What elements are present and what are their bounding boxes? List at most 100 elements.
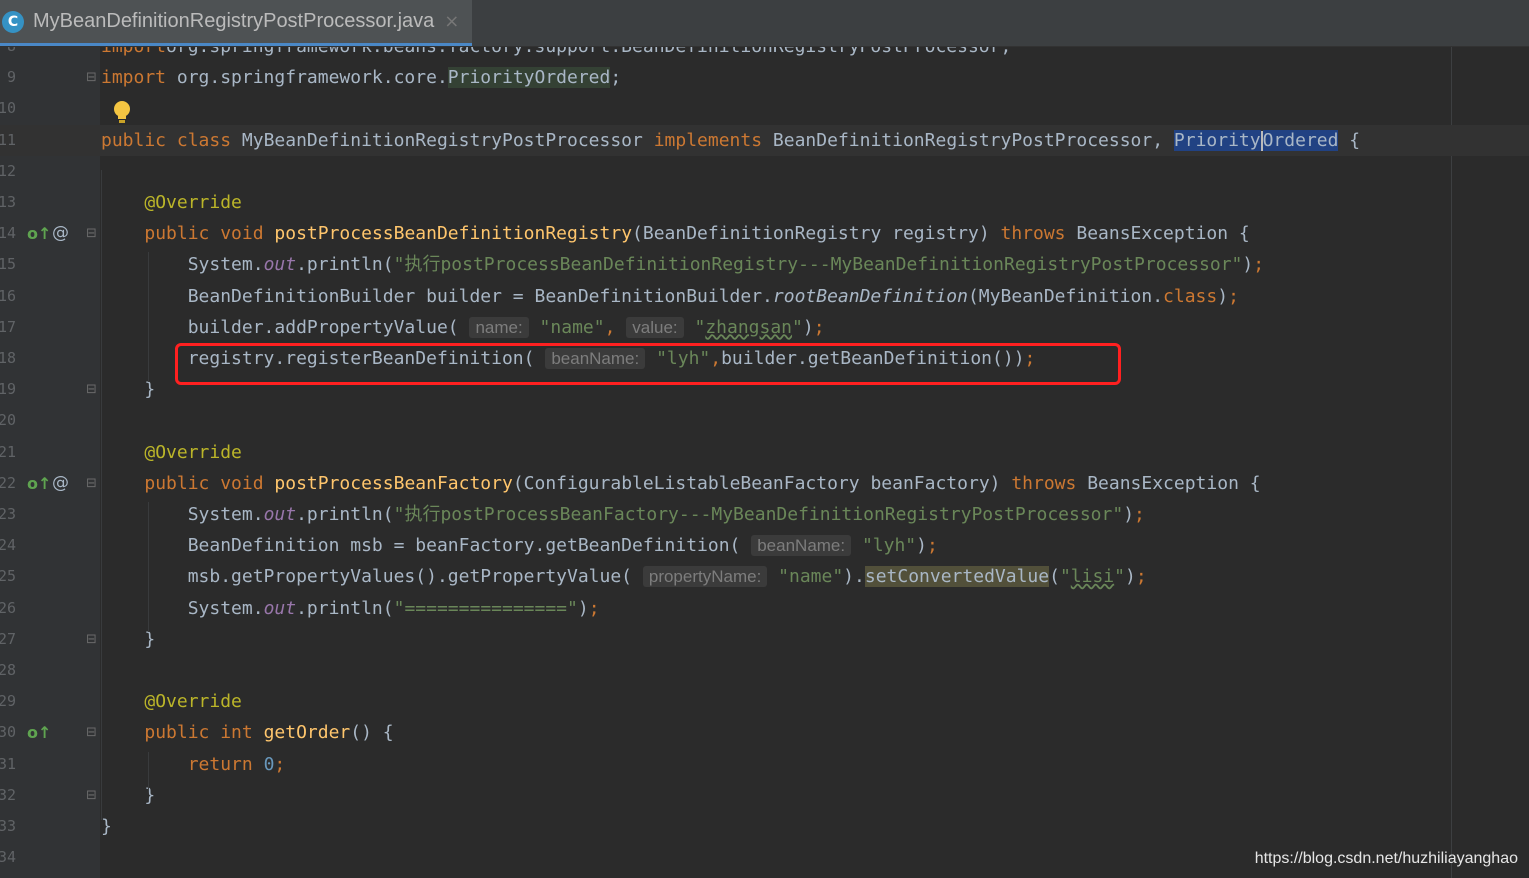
line-number-cell: 14 — [0, 218, 16, 249]
code-line[interactable]: 14 o↑ @ ⊟ public void postProcessBeanDefini… — [0, 218, 1529, 249]
code-line[interactable]: 16 BeanDefinitionBuilder builder = BeanD… — [0, 281, 1529, 312]
code-text: public void postProcessBeanFactory(Confi… — [144, 472, 1261, 494]
code-line[interactable]: 10 — [0, 93, 1529, 124]
annotation-marker-icon[interactable]: @ — [52, 468, 69, 499]
code-editor[interactable]: 8importorg.springframework.beans.factory… — [0, 0, 1529, 878]
line-number-cell: 18 — [0, 343, 16, 374]
line-number: 14 — [0, 224, 16, 243]
code-text: System.out.println("执行postProcessBeanFac… — [101, 504, 1145, 525]
line-number-cell: 16 — [0, 281, 16, 312]
code-text: builder.addPropertyValue( name: "name", … — [101, 316, 825, 338]
code-text: @Override — [144, 441, 242, 463]
line-number-cell: 29 — [0, 686, 16, 717]
line-number-cell: 33 — [0, 811, 16, 842]
implements-method-icon[interactable]: o↑ — [27, 218, 51, 249]
line-number: 10 — [0, 99, 16, 118]
line-number-cell: 21 — [0, 437, 16, 468]
line-number-cell: 24 — [0, 530, 16, 561]
code-line[interactable]: 30 o↑ ⊟ public int getOrder() { — [0, 717, 1529, 748]
line-number-cell: 15 — [0, 249, 16, 280]
line-number-cell: 22 — [0, 468, 16, 499]
line-number: 29 — [0, 692, 16, 711]
code-line[interactable]: 31 return 0; — [0, 749, 1529, 780]
line-number: 30 — [0, 723, 16, 742]
line-number: 31 — [0, 754, 16, 773]
code-line[interactable]: 22 o↑ @ ⊟ public void postProcessBeanFactor… — [0, 468, 1529, 499]
line-number-cell: 30 — [0, 717, 16, 748]
line-number-cell: 13 — [0, 187, 16, 218]
code-text: public int getOrder() { — [144, 722, 394, 744]
implements-method-icon[interactable]: o↑ — [27, 717, 51, 748]
code-line[interactable]: 24 BeanDefinition msb = beanFactory.getB… — [0, 530, 1529, 561]
fold-icon[interactable]: ⊟ — [86, 374, 97, 405]
line-number-cell: 19 — [0, 374, 16, 405]
close-icon[interactable]: × — [444, 11, 459, 32]
editor-tab-bar: C MyBeanDefinitionRegistryPostProcessor.… — [0, 0, 1529, 47]
line-number: 27 — [0, 629, 16, 648]
line-number-cell: 34 — [0, 842, 16, 873]
line-number: 9 — [6, 68, 16, 87]
line-number: 22 — [0, 473, 16, 492]
code-text: System.out.println("==============="); — [101, 597, 600, 619]
fold-icon[interactable]: ⊟ — [86, 218, 97, 249]
line-number: 18 — [0, 349, 16, 367]
indent-guide — [148, 252, 149, 382]
code-text: import org.springframework.core.Priority… — [101, 67, 622, 89]
tab-mybeandefinitionregistrypostprocessor[interactable]: C MyBeanDefinitionRegistryPostProcessor.… — [0, 0, 472, 46]
fold-icon[interactable]: ⊟ — [86, 468, 97, 499]
line-number: 33 — [0, 817, 16, 835]
code-text: return 0; — [187, 753, 286, 775]
code-text: System.out.println("执行postProcessBeanDef… — [101, 254, 1265, 276]
line-number-cell: 25 — [0, 561, 16, 592]
fold-icon[interactable]: ⊟ — [86, 62, 97, 93]
code-line[interactable]: 21 @Override — [0, 437, 1529, 468]
code-text: BeanDefinition msb = beanFactory.getBean… — [101, 535, 938, 557]
line-number-cell: 27 — [0, 624, 16, 655]
line-number: 11 — [0, 130, 16, 149]
code-text: @Override — [144, 691, 242, 713]
code-line[interactable]: 23 System.out.println("执行postProcessBean… — [0, 499, 1529, 530]
annotation-marker-icon[interactable]: @ — [52, 218, 69, 249]
watermark: https://blog.csdn.net/huzhiliayanghao — [1254, 850, 1518, 867]
code-line[interactable]: 9 ⊟ import org.springframework.core.Priori… — [0, 62, 1529, 93]
code-line[interactable]: 12 — [0, 156, 1529, 187]
line-number: 16 — [0, 286, 16, 305]
line-number-cell: 17 — [0, 312, 16, 343]
line-number-cell: 10 — [0, 93, 16, 124]
fold-icon[interactable]: ⊟ — [86, 717, 97, 748]
code-line[interactable]: 13 @Override — [0, 187, 1529, 218]
code-line[interactable]: 26 System.out.println("===============")… — [0, 593, 1529, 624]
indent-guide — [148, 502, 149, 632]
line-number: 17 — [0, 317, 16, 336]
code-line[interactable]: 15 System.out.println("执行postProcessBean… — [0, 249, 1529, 280]
code-line[interactable]: 11 public class MyBeanDefinitionRegistryP… — [0, 124, 1529, 156]
code-line[interactable]: 25 msb.getPropertyValues().getPropertyVa… — [0, 561, 1529, 592]
fold-icon[interactable]: ⊟ — [86, 780, 97, 811]
line-number: 20 — [0, 411, 16, 430]
code-line[interactable]: 27 ⊟ } — [0, 624, 1529, 655]
code-text: msb.getPropertyValues().getPropertyValue… — [101, 566, 1147, 588]
code-line[interactable]: 29 @Override — [0, 686, 1529, 717]
code-line[interactable]: 32 ⊟ } — [0, 780, 1529, 811]
code-line[interactable]: 28 — [0, 655, 1529, 686]
code-line[interactable]: 33} — [0, 811, 1529, 842]
class-file-icon: C — [2, 10, 24, 33]
lightbulb-icon[interactable] — [113, 100, 131, 126]
code-text: @Override — [144, 192, 242, 213]
highlight-annotation-box — [175, 343, 1121, 385]
code-text: } — [101, 816, 112, 837]
indent-guide — [148, 752, 149, 792]
line-number-cell: 31 — [0, 749, 16, 780]
line-number: 26 — [0, 598, 16, 617]
line-number: 28 — [0, 661, 16, 679]
line-number-cell: 9 — [0, 62, 16, 93]
code-text: BeanDefinitionBuilder builder = BeanDefi… — [101, 285, 1239, 307]
line-number-cell: 12 — [0, 156, 16, 187]
line-number: 15 — [0, 255, 16, 274]
code-line[interactable]: 17 builder.addPropertyValue( name: "name… — [0, 312, 1529, 343]
code-line[interactable]: 20 — [0, 405, 1529, 436]
line-number: 23 — [0, 505, 16, 523]
tab-label: MyBeanDefinitionRegistryPostProcessor.ja… — [33, 10, 435, 32]
fold-icon[interactable]: ⊟ — [86, 624, 97, 655]
implements-method-icon[interactable]: o↑ — [27, 468, 51, 499]
